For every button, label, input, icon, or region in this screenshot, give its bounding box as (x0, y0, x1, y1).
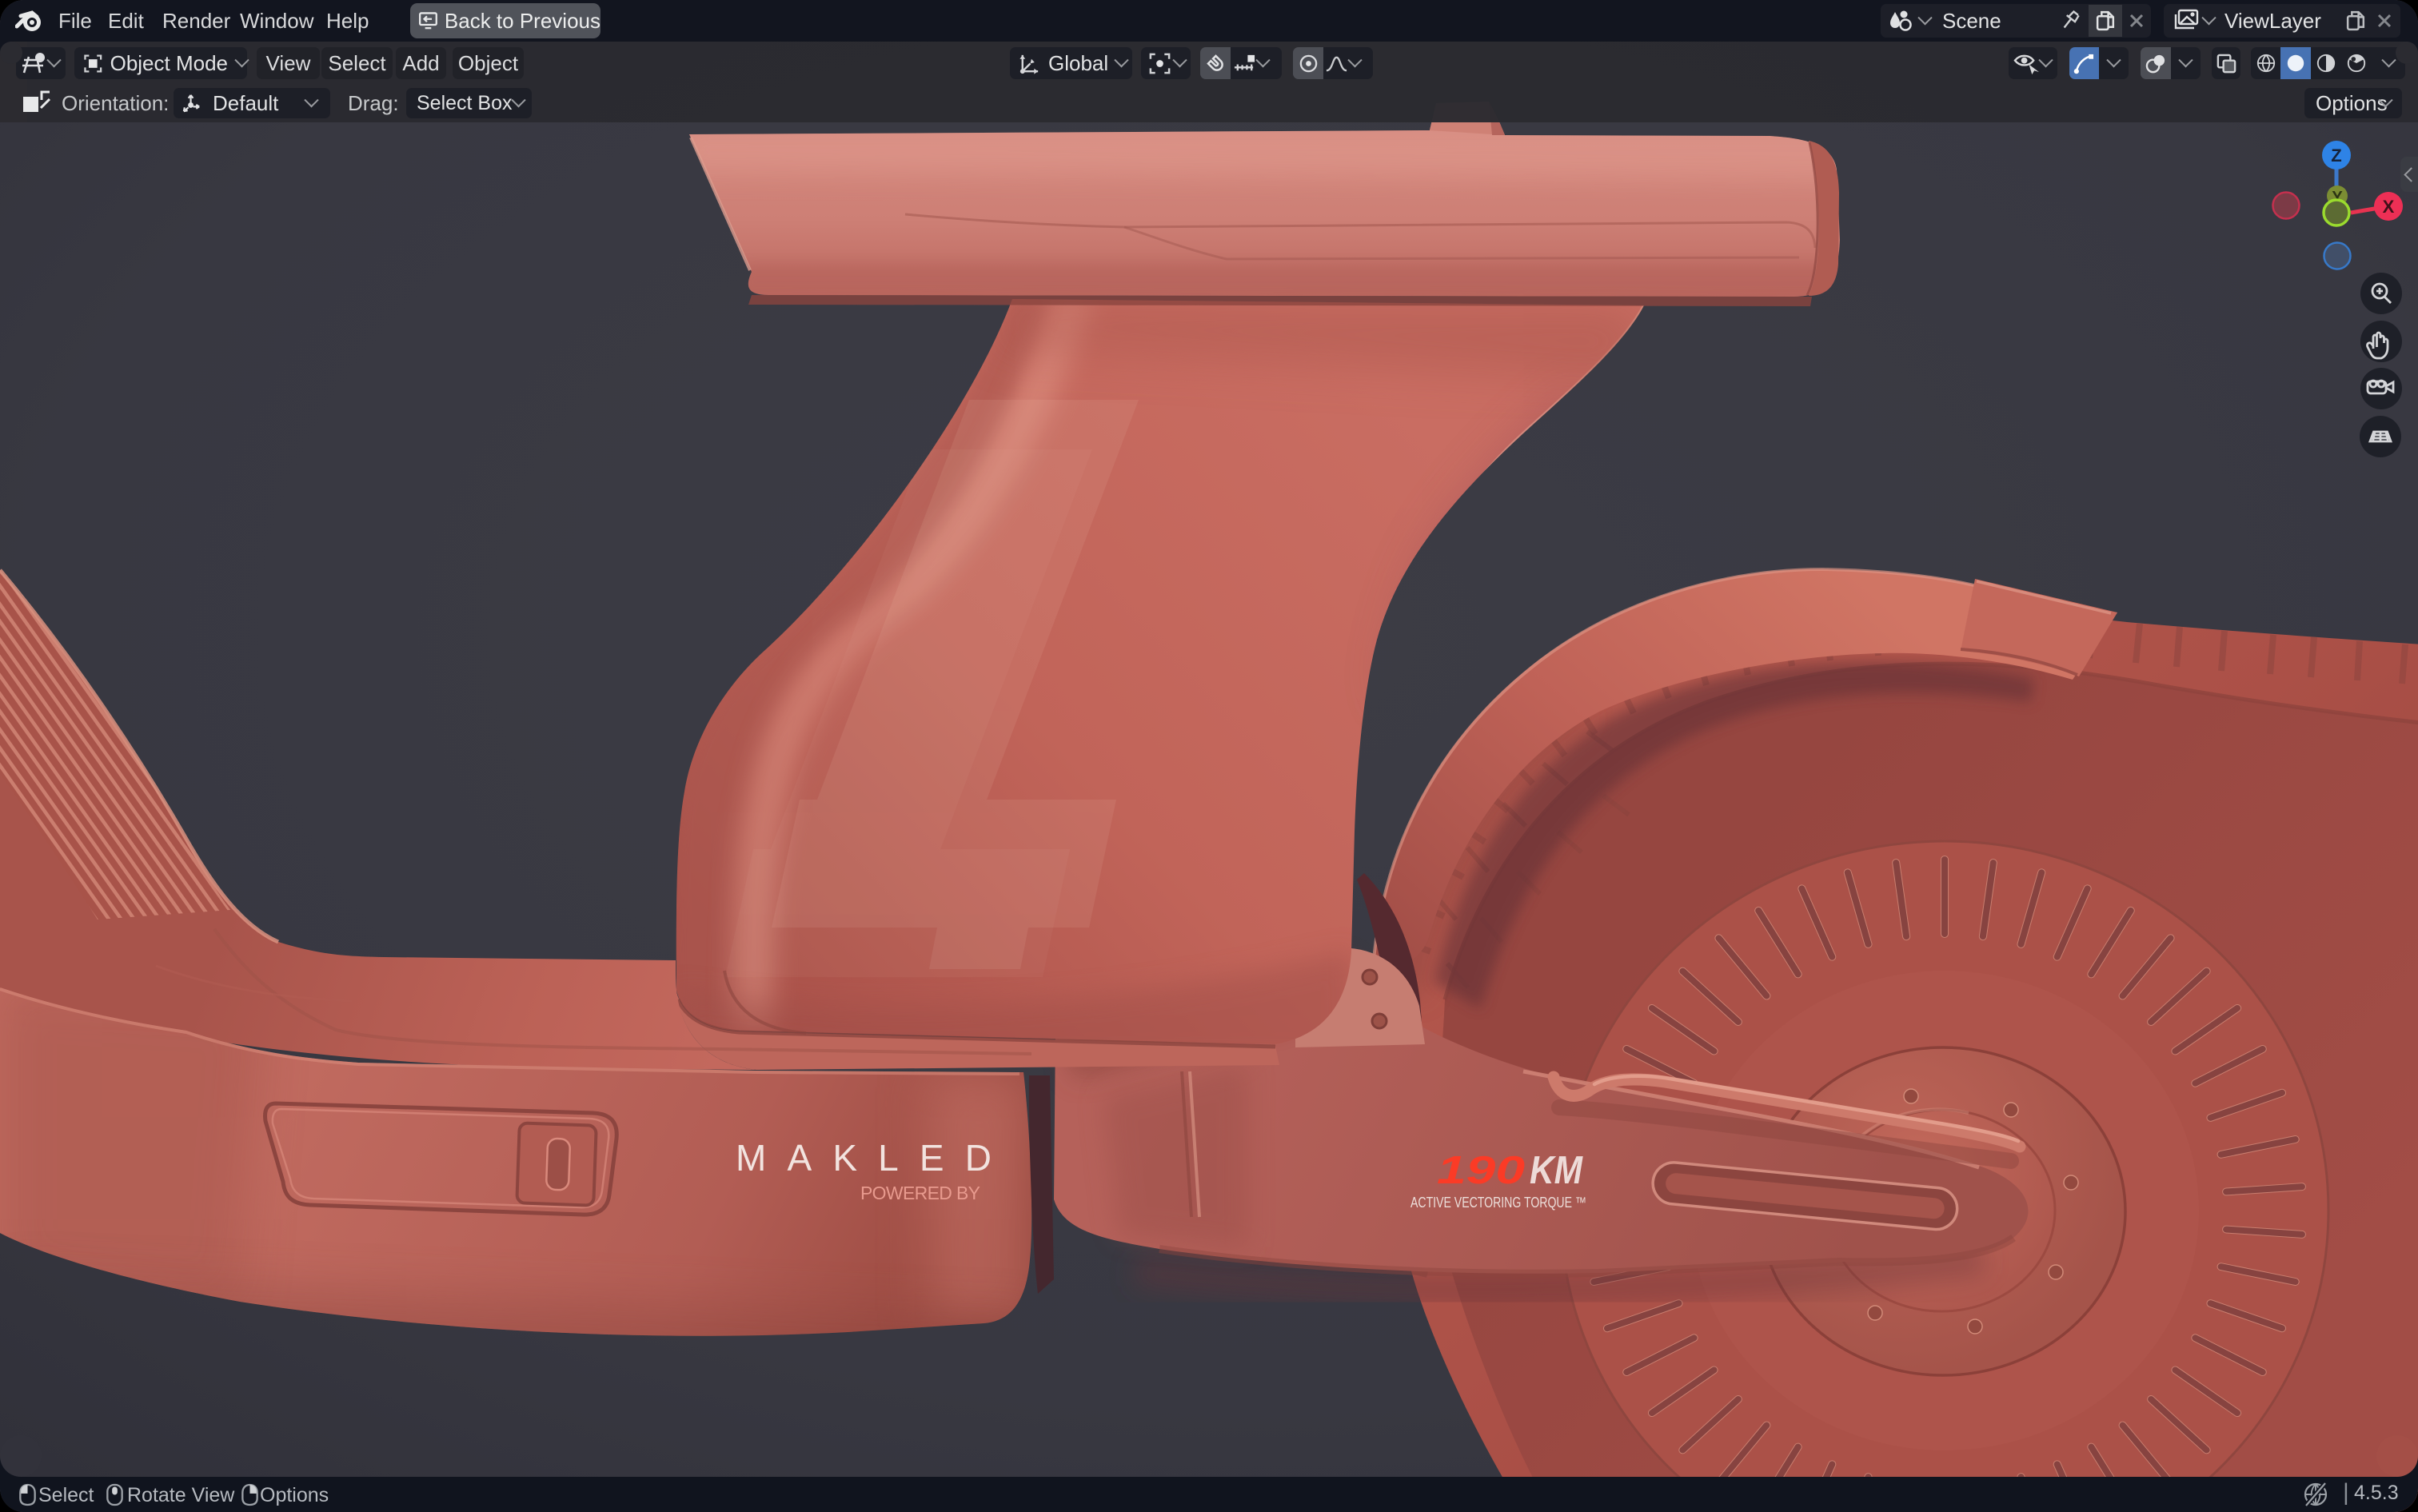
svg-text:POWERED BY: POWERED BY (860, 1183, 980, 1203)
svg-text:KM: KM (1530, 1149, 1583, 1192)
svg-text:Z: Z (2331, 146, 2341, 166)
svg-text:190: 190 (1437, 1149, 1525, 1192)
svg-text:X: X (2383, 197, 2395, 217)
svg-text:ACTIVE VECTORING TORQUE ™: ACTIVE VECTORING TORQUE ™ (1410, 1194, 1586, 1211)
